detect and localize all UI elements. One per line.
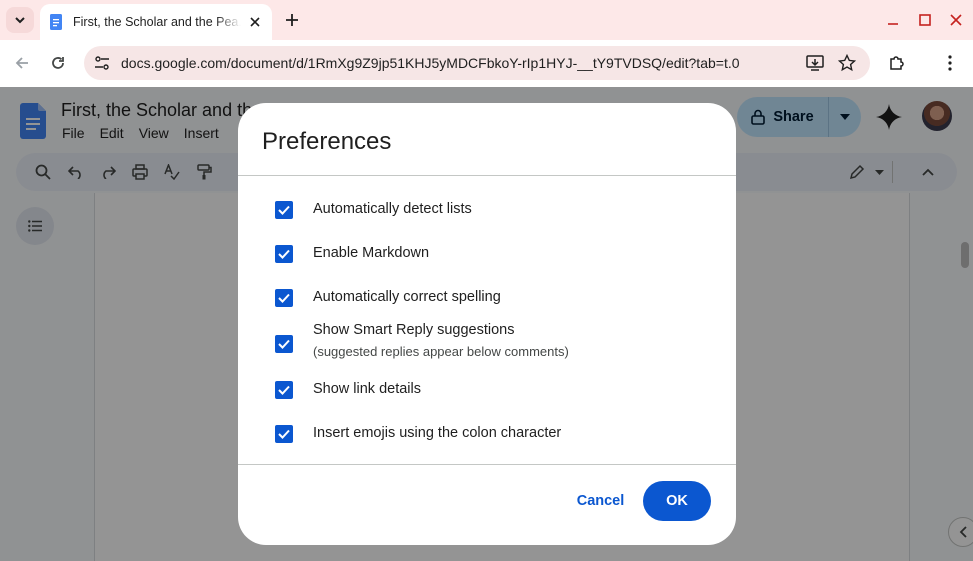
close-icon: [950, 14, 962, 26]
preferences-dialog: Preferences Automatically detect lists E…: [238, 103, 736, 545]
site-settings-icon[interactable]: [92, 53, 112, 73]
option-label: Automatically correct spelling: [313, 289, 501, 305]
browser-tabstrip: First, the Scholar and the Pea.m: [0, 0, 973, 40]
window-close-button[interactable]: [946, 10, 966, 30]
option-label: Enable Markdown: [313, 245, 430, 261]
install-app-icon[interactable]: [805, 53, 825, 73]
back-button[interactable]: [10, 51, 34, 75]
url-text: docs.google.com/document/d/1RmXg9Z9jp51K…: [121, 55, 740, 71]
puzzle-icon: [890, 56, 904, 70]
option-insert-emojis[interactable]: Insert emojis using the colon character: [275, 425, 561, 443]
option-label: Insert emojis using the colon character: [313, 425, 562, 441]
plus-icon: [286, 14, 298, 26]
option-label: Automatically detect lists: [313, 201, 472, 217]
checkbox-insert-emojis[interactable]: [275, 425, 293, 443]
minimize-button[interactable]: [883, 10, 903, 30]
reload-button[interactable]: [46, 51, 70, 75]
dialog-title: Preferences: [262, 128, 392, 155]
option-link-details[interactable]: Show link details: [275, 381, 421, 399]
checkbox-enable-markdown[interactable]: [275, 245, 293, 263]
browser-toolbar: docs.google.com/document/d/1RmXg9Z9jp51K…: [0, 40, 973, 87]
address-bar[interactable]: docs.google.com/document/d/1RmXg9Z9jp51K…: [84, 46, 870, 80]
checkbox-link-details[interactable]: [275, 381, 293, 399]
maximize-icon: [919, 14, 931, 26]
ok-button[interactable]: OK: [643, 481, 711, 521]
tab-search-button[interactable]: [6, 7, 34, 33]
option-enable-markdown[interactable]: Enable Markdown: [275, 245, 429, 263]
checkbox-detect-lists[interactable]: [275, 201, 293, 219]
reload-icon: [52, 57, 64, 69]
new-tab-button[interactable]: [281, 9, 303, 31]
extensions-button[interactable]: [885, 51, 909, 75]
option-detect-lists[interactable]: Automatically detect lists: [275, 201, 472, 219]
bookmark-star-icon[interactable]: [837, 53, 857, 73]
tab-title: First, the Scholar and the Pea.m: [73, 15, 241, 29]
browser-tab-active[interactable]: First, the Scholar and the Pea.m: [40, 4, 272, 40]
chevron-down-icon: [15, 17, 25, 24]
checkmark-icon: [278, 429, 290, 439]
checkbox-correct-spelling[interactable]: [275, 289, 293, 307]
tab-close-icon[interactable]: [246, 13, 264, 31]
more-vert-icon: [948, 55, 952, 71]
browser-menu-button[interactable]: [938, 51, 962, 75]
maximize-button[interactable]: [915, 10, 935, 30]
checkmark-icon: [278, 205, 290, 215]
option-label: Show Smart Reply suggestions: [313, 322, 515, 338]
dialog-top-divider: [238, 175, 736, 176]
arrow-left-icon: [15, 57, 28, 69]
option-sublabel: (suggested replies appear below comments…: [313, 344, 569, 359]
checkmark-icon: [278, 339, 290, 349]
checkmark-icon: [278, 385, 290, 395]
option-correct-spelling[interactable]: Automatically correct spelling: [275, 289, 501, 307]
checkmark-icon: [278, 293, 290, 303]
checkmark-icon: [278, 249, 290, 259]
option-smart-reply[interactable]: Show Smart Reply suggestions (suggested …: [275, 322, 569, 359]
option-label: Show link details: [313, 381, 421, 397]
dialog-bottom-divider: [238, 464, 736, 465]
checkbox-smart-reply[interactable]: [275, 335, 293, 353]
cancel-button[interactable]: Cancel: [568, 481, 633, 521]
minimize-icon: [888, 23, 898, 25]
google-docs-icon: [50, 14, 62, 30]
